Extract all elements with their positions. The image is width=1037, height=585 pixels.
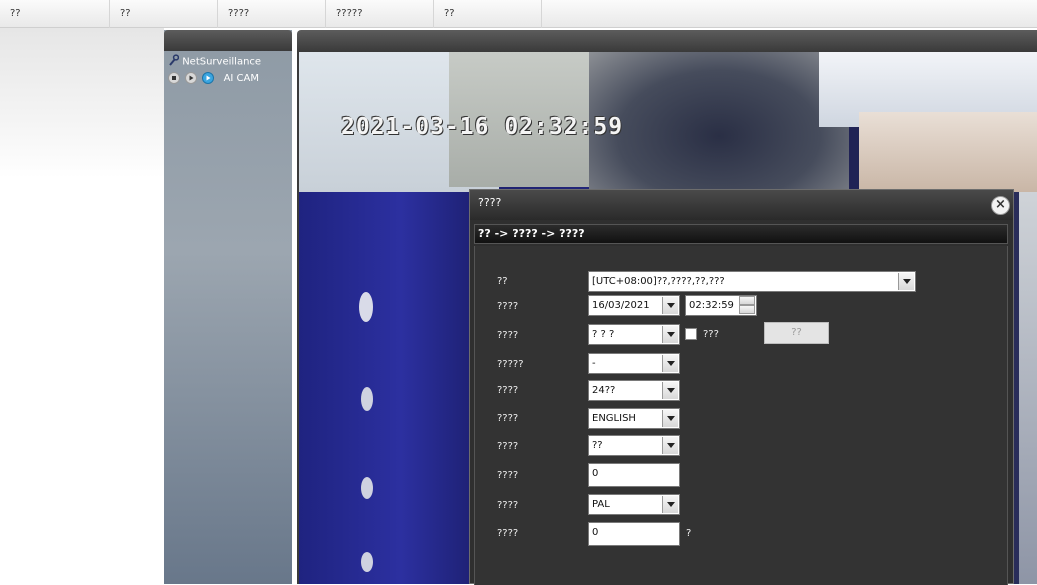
dst-settings-button[interactable]: ??	[764, 322, 829, 344]
osd-timestamp: 2021-03-16 02:32:59	[341, 114, 624, 140]
tree-camera-row[interactable]: AI CAM	[168, 72, 259, 84]
date-format-label: ????	[497, 330, 519, 341]
dst-label: ???	[703, 329, 719, 340]
menu-item-5[interactable]: ??	[434, 0, 542, 28]
menu-item-4[interactable]: ?????	[326, 0, 434, 28]
spin-up-icon[interactable]	[739, 296, 755, 305]
tree-root-label: NetSurveillance	[182, 56, 262, 68]
chevron-down-icon	[662, 382, 678, 399]
chevron-down-icon	[662, 355, 678, 372]
wrench-icon	[168, 54, 180, 69]
device-no-label: ????	[497, 470, 519, 481]
menu-item-3[interactable]: ????	[218, 0, 326, 28]
chevron-down-icon	[662, 496, 678, 513]
video-standard-select[interactable]: PAL	[588, 494, 680, 515]
video-standard-value: PAL	[592, 499, 610, 510]
time-format-label: ????	[497, 385, 519, 396]
dialog-title: ????	[470, 190, 1013, 220]
time-value: 02:32:59	[689, 300, 734, 311]
video-panel-header	[297, 30, 1037, 52]
breadcrumb: ?? -> ???? -> ????	[474, 224, 1008, 244]
timezone-value: [UTC+08:00]??,????,??,???	[592, 276, 725, 287]
time-spinner[interactable]: 02:32:59	[685, 295, 757, 316]
close-icon[interactable]: ×	[991, 196, 1010, 215]
stop-icon[interactable]	[168, 72, 180, 84]
date-picker[interactable]: 16/03/2021	[588, 295, 680, 316]
record-icon[interactable]	[202, 72, 215, 84]
hdd-full-value: ??	[592, 440, 603, 451]
system-time-label: ????	[497, 301, 519, 312]
date-format-value: ? ? ?	[592, 329, 615, 340]
device-tree-panel: NetSurveillance AI CAM	[164, 30, 292, 584]
menu-item-2[interactable]: ??	[110, 0, 218, 28]
camera-label: AI CAM	[223, 73, 259, 84]
hdd-full-select[interactable]: ??	[588, 435, 680, 456]
device-no-input[interactable]: 0	[588, 463, 680, 487]
language-label: ????	[497, 413, 519, 424]
date-separator-value: -	[592, 358, 596, 369]
hdd-full-label: ????	[497, 441, 519, 452]
spin-down-icon[interactable]	[739, 305, 755, 314]
chevron-down-icon	[662, 410, 678, 427]
time-format-value: 24??	[592, 385, 616, 396]
chevron-down-icon	[898, 273, 914, 290]
general-settings-dialog: ???? × ?? -> ???? -> ???? ?? [UTC+08:00]…	[469, 189, 1014, 585]
video-standard-label: ????	[497, 500, 519, 511]
play-icon[interactable]	[185, 72, 198, 84]
time-format-select[interactable]: 24??	[588, 380, 680, 401]
auto-logout-unit: ?	[686, 528, 692, 539]
language-value: ENGLISH	[592, 413, 636, 424]
auto-logout-input[interactable]: 0	[588, 522, 680, 546]
language-select[interactable]: ENGLISH	[588, 408, 680, 429]
top-menu-bar: ?? ?? ???? ????? ??	[0, 0, 1037, 28]
date-format-select[interactable]: ? ? ?	[588, 324, 680, 345]
timezone-label: ??	[497, 276, 508, 287]
menu-item-1[interactable]: ??	[0, 0, 110, 28]
timezone-select[interactable]: [UTC+08:00]??,????,??,???	[588, 271, 916, 292]
dst-checkbox[interactable]	[685, 328, 697, 340]
date-separator-label: ?????	[497, 359, 524, 370]
device-panel-header	[164, 30, 292, 51]
chevron-down-icon	[662, 326, 678, 343]
left-blank-panel	[0, 28, 164, 584]
date-separator-select[interactable]: -	[588, 353, 680, 374]
dialog-content: ?? [UTC+08:00]??,????,??,??? ???? 16/03/…	[474, 246, 1008, 585]
chevron-down-icon	[662, 297, 678, 314]
tree-root[interactable]: NetSurveillance	[168, 54, 261, 69]
date-value: 16/03/2021	[592, 300, 650, 311]
chevron-down-icon	[662, 437, 678, 454]
auto-logout-label: ????	[497, 528, 519, 539]
